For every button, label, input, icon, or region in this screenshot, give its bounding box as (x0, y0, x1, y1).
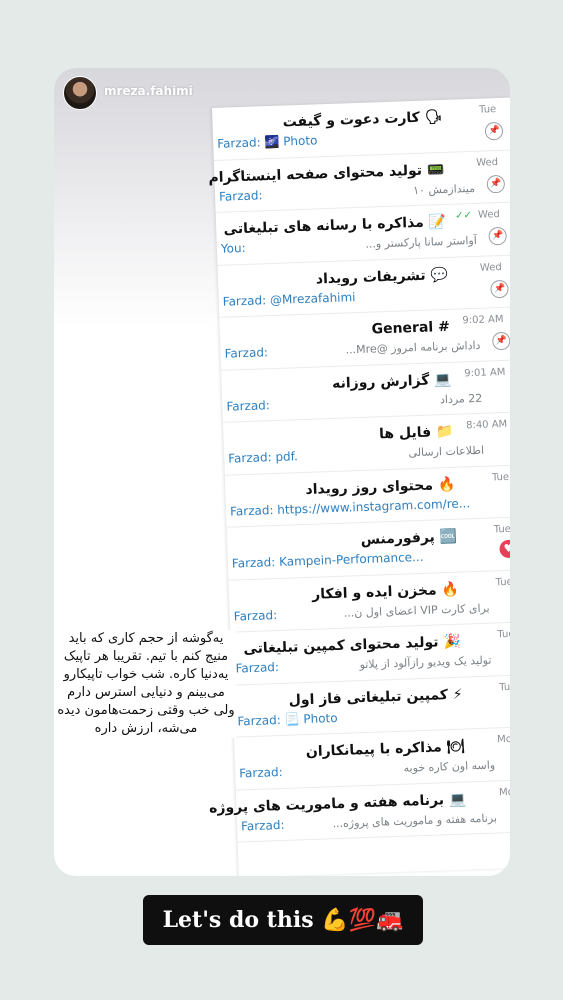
chat-title: 💬 تشریفات رویداد (315, 266, 449, 287)
cta-sticker[interactable]: Let's do this 💪💯🚒 (143, 895, 423, 945)
chat-preview: 22 مرداد (439, 391, 483, 406)
chat-time: 8:40 AM (465, 418, 508, 432)
chat-sender: Farzad: (238, 764, 283, 781)
chat-time: 9:02 AM (462, 313, 504, 327)
chat-sender: Farzad: (224, 345, 269, 361)
chat-time: 9:01 AM (464, 366, 506, 379)
pin-icon[interactable]: 📌 (490, 279, 509, 298)
pin-icon[interactable]: 📌 (484, 121, 504, 141)
chat-time: Wed (476, 156, 499, 169)
chat-title: 📟 تولید محتوای صفحه اینستاگرام (208, 161, 445, 186)
pin-icon[interactable]: 📌 (492, 331, 510, 351)
pin-icon[interactable]: 📌 (486, 174, 506, 193)
chat-title: 💻 برنامه هفته و ماموریت های پروژه (208, 791, 467, 817)
user-avatar[interactable] (63, 76, 97, 110)
chat-row[interactable]: Tue 🔥 محتوای روز رویداد Farzad: https://ww… (224, 464, 510, 528)
chat-preview: داداش برنامه امروز @Mre... (345, 338, 481, 357)
chat-preview: میندازمش ۱۰ (412, 181, 476, 197)
chat-sender: Farzad: 📃 Photo (237, 710, 338, 728)
story-caption: یه‌گوشه از حجم کاری که باید منیج کنم با … (56, 630, 236, 738)
username[interactable]: mreza.fahimi (104, 84, 193, 98)
chat-sender: Farzad: 🌌 Photo (217, 133, 318, 151)
chat-row[interactable]: Tue 🔥 مخزن ایده و افکار Farzad: برای کارت V… (228, 569, 510, 633)
chat-time: Mon (496, 733, 510, 746)
chat-preview: تولید یک ویدیو رازآلود از پلاتو (359, 653, 492, 672)
chat-title: 📁 فایل ها (378, 423, 454, 443)
chat-sender: Farzad: (235, 660, 280, 676)
chat-sender: Farzad: (240, 817, 285, 833)
chat-title: ⚡ کمپین تبلیغاتی فاز اول (288, 686, 463, 709)
chat-list: Tue 🗣 کارت دعوت و گیفت Farzad: 🌌 Photo 📌 Wed… (208, 97, 510, 876)
chat-title: 🔥 محتوای روز رویداد (305, 476, 456, 498)
chat-title: 🗣 کارت دعوت و گیفت (282, 108, 443, 131)
chat-row[interactable]: Mon 🍽 مذاکره با پیمانکاران Farzad: واسه اون… (233, 727, 510, 791)
chat-title: 🍽 مذاکره با پیمانکاران (305, 738, 465, 761)
chat-row[interactable]: Mon 💻 برنامه هفته و ماموریت های پروژه Farz… (209, 779, 510, 843)
chat-time: Wed (477, 209, 501, 221)
chat-row[interactable]: Tue ⚡ کمپین تبلیغاتی فاز اول Farzad: 📃 Pho… (232, 674, 510, 738)
chat-title: 💻 گزارش روزانه (331, 371, 452, 392)
chat-time: Tue (478, 104, 497, 116)
read-check-icon: ✓✓ (454, 209, 473, 222)
chat-preview: آواستر سانا پارکستر و... (365, 233, 478, 251)
chat-title: 🔥 مخزن ایده و افکار (311, 581, 460, 603)
story-card: mreza.fahimi Tue 🗣 کارت دعوت و گیفت Farzad… (54, 68, 510, 876)
chat-time: Wed (479, 261, 502, 274)
chat-row[interactable]: Tue 🎉 تولید محتوای کمپین تبلیغاتی Farzad: ت… (230, 622, 510, 686)
chat-preview: اطلاعات ارسالی (408, 443, 485, 460)
heart-reaction-icon[interactable]: ♥ (499, 539, 510, 559)
chat-preview: برنامه هفته و ماموریت های پروژه... (332, 810, 498, 830)
chat-title: 🎉 تولید محتوای کمپین تبلیغاتی (243, 633, 462, 658)
chat-time: Tue (495, 576, 510, 588)
chat-time: Tue (491, 471, 510, 483)
chat-sender: Farzad: (218, 187, 263, 204)
chat-sender: Farzad: Kampein-Performance... (231, 549, 424, 571)
chat-sender: Farzad: (233, 607, 278, 624)
chat-preview: برای کارت VIP اعضای اول ن... (343, 601, 490, 620)
chat-time: Tue (497, 628, 510, 641)
chat-sender: You: (220, 240, 246, 256)
chat-time: Mon (498, 786, 510, 798)
chat-title: 🆒 پرفورمنس (360, 528, 458, 549)
chat-time: Tue (493, 523, 510, 536)
chat-title: # General (371, 318, 451, 338)
chat-sender: Farzad: https://www.instagram.com/re... (229, 495, 471, 519)
chat-sender: Farzad: (226, 397, 271, 414)
chat-preview: واسه اون کاره خوبه (403, 758, 496, 775)
chat-row[interactable]: Tue 🆒 پرفورمنس Farzad: Kampein-Performance… (226, 517, 510, 581)
chat-time: Tue (499, 681, 510, 693)
pin-icon[interactable]: 📌 (488, 226, 507, 246)
chat-title: 📝 مذاکره با رسانه های تبلیغاتی (223, 213, 447, 238)
chat-sender: Farzad: pdf. (228, 449, 299, 466)
chat-sender: Farzad: @Mrezafahimi (222, 289, 356, 309)
